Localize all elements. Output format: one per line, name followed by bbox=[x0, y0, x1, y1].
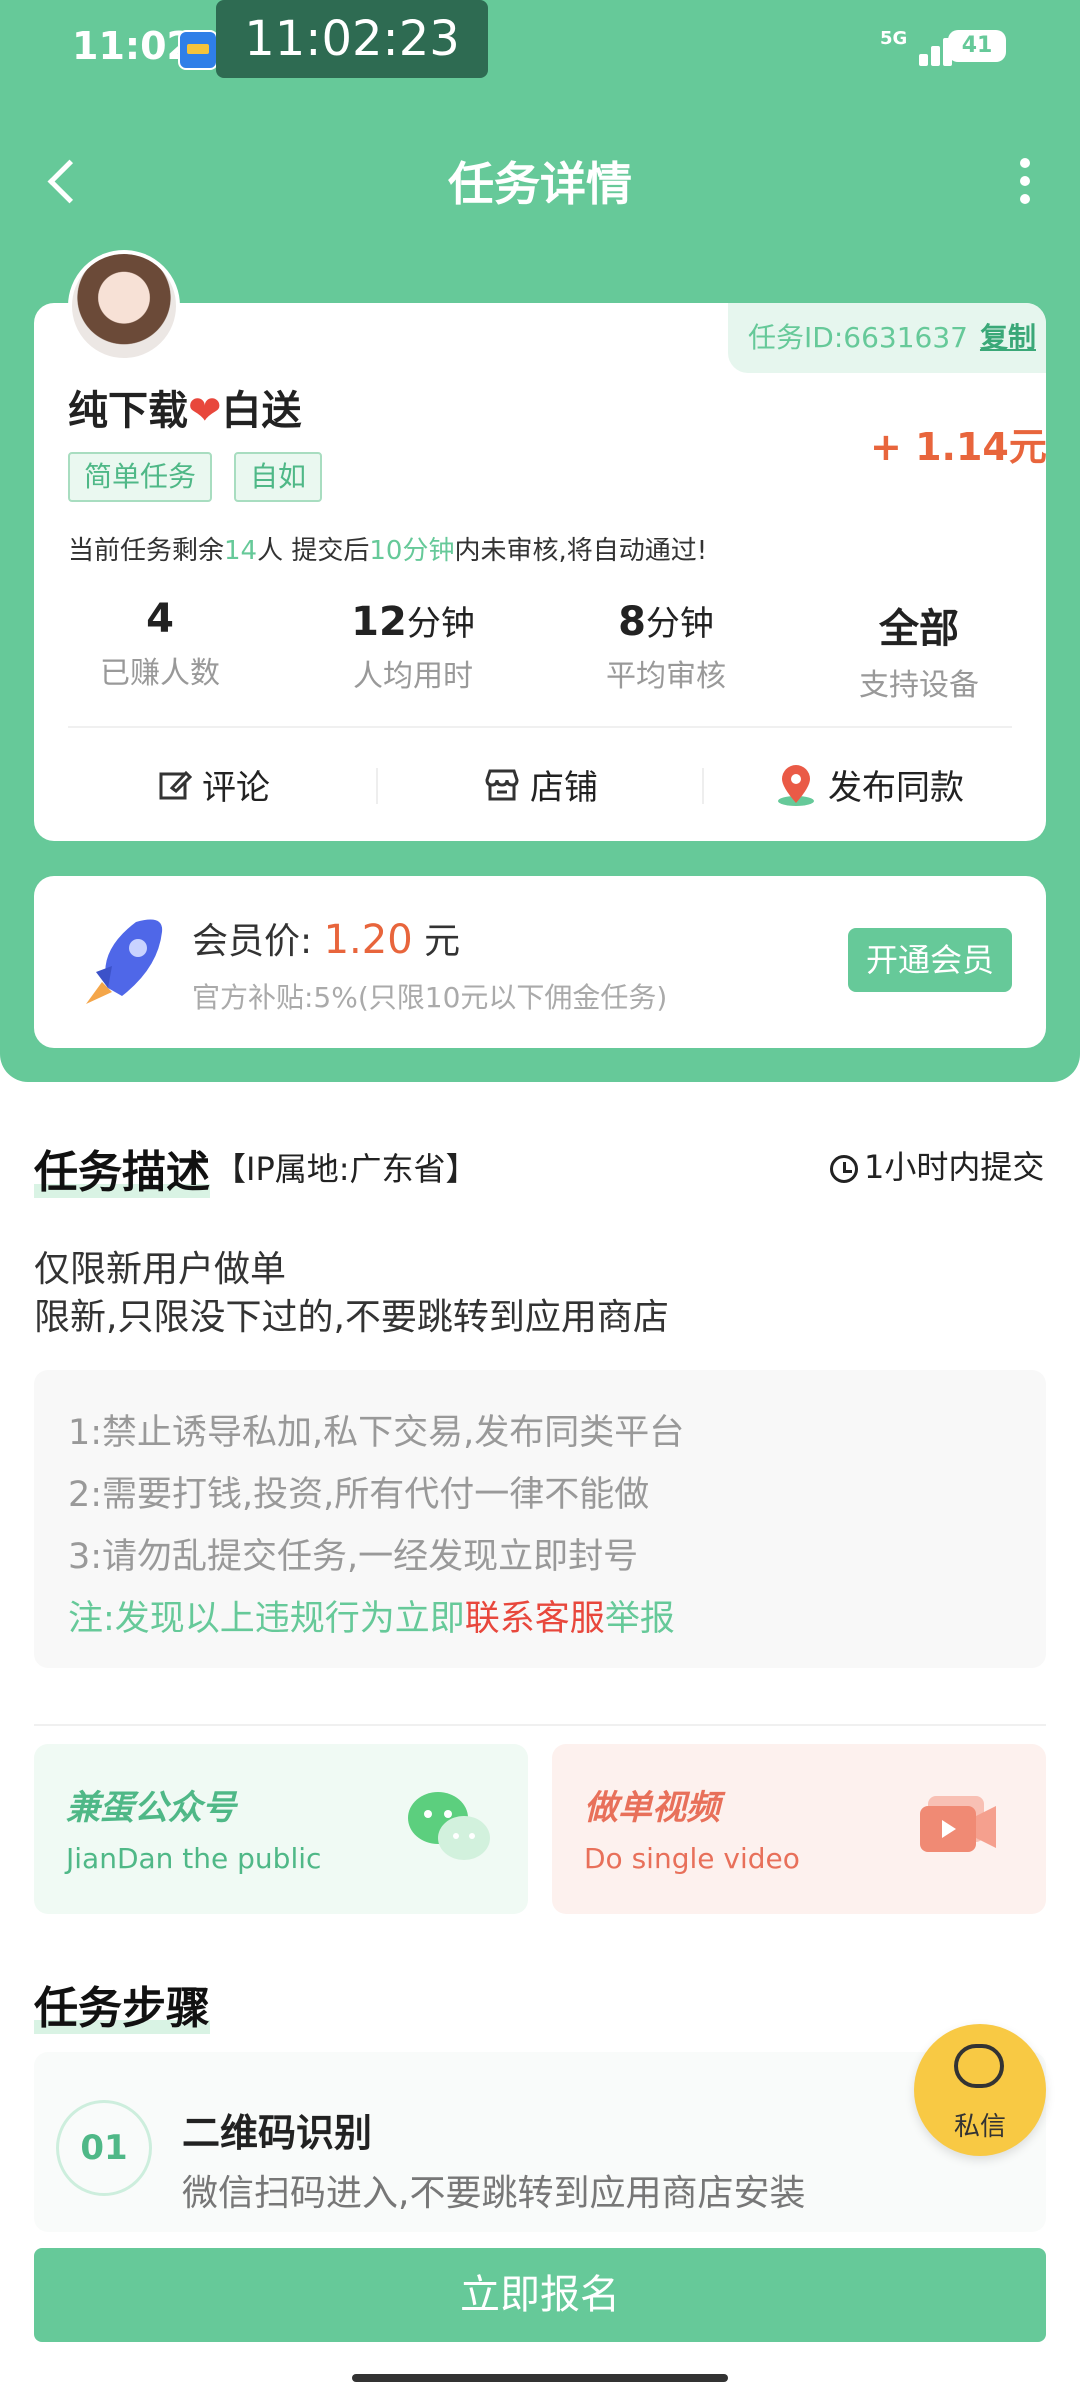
notice-minutes: 10分钟 bbox=[369, 536, 455, 566]
steps-title: 任务步骤 bbox=[34, 1983, 210, 2034]
battery-icon: 41 bbox=[948, 30, 1006, 62]
rule-item: 1:禁止诱导私加,私下交易,发布同类平台 bbox=[68, 1413, 685, 1453]
section-divider bbox=[34, 1724, 1046, 1726]
stat-avg-time: 12分钟 人均用时 bbox=[313, 596, 513, 695]
task-title-part2: 白送 bbox=[221, 388, 302, 434]
promo-subtitle: Do single video bbox=[584, 1842, 800, 1875]
note-prefix: 注:发现以上违规行为立即 bbox=[68, 1599, 465, 1639]
publish-same-label: 发布同款 bbox=[828, 768, 964, 808]
video-tutorial-card[interactable]: 做单视频 Do single video bbox=[552, 1744, 1046, 1914]
step-description: 微信扫码进入,不要跳转到应用商店安装 bbox=[182, 2173, 806, 2214]
stat-value: 8 bbox=[618, 599, 646, 645]
rule-item: 3:请勿乱提交任务,一经发现立即封号 bbox=[68, 1537, 639, 1577]
stat-label: 已赚人数 bbox=[100, 656, 220, 691]
vip-subsidy: 官方补贴:5%(只限10元以下佣金任务) bbox=[192, 981, 668, 1014]
stat-devices: 全部 支持设备 bbox=[819, 596, 1019, 704]
comment-button[interactable]: 评论 bbox=[158, 760, 270, 810]
stat-unit: 分钟 bbox=[645, 604, 714, 644]
wallet-app-icon bbox=[178, 30, 218, 70]
rule-item: 2:需要打钱,投资,所有代付一律不能做 bbox=[68, 1475, 650, 1515]
shop-button[interactable]: 店铺 bbox=[484, 760, 598, 810]
status-time: 11:02 bbox=[72, 24, 193, 68]
section-title-description: 任务描述 bbox=[34, 1136, 210, 1200]
video-icon bbox=[916, 1790, 1006, 1866]
promo-title: 做单视频 bbox=[584, 1788, 720, 1828]
wechat-icon bbox=[404, 1788, 494, 1868]
stat-label: 支持设备 bbox=[859, 668, 979, 703]
signup-button[interactable]: 立即报名 bbox=[34, 2248, 1046, 2342]
vip-label: 会员价: bbox=[192, 921, 313, 962]
chat-icon bbox=[954, 2044, 1004, 2088]
location-pin-icon bbox=[774, 763, 818, 816]
edit-icon bbox=[158, 768, 193, 811]
action-separator bbox=[376, 768, 378, 804]
step-number: 01 bbox=[56, 2100, 152, 2196]
wechat-public-card[interactable]: 兼蛋公众号 JianDan the public bbox=[34, 1744, 528, 1914]
overlay-clock: 11:02:23 bbox=[216, 0, 488, 78]
notice-mid: 人 提交后 bbox=[257, 536, 370, 566]
vip-price-label: 会员价: 1.20 元 bbox=[192, 912, 460, 964]
stat-value: 4 bbox=[146, 596, 174, 642]
status-bar: 11:02 11:02:23 5G 41 bbox=[0, 0, 1080, 80]
navigation-bar: 任务详情 bbox=[0, 120, 1080, 240]
ip-location: 【IP属地:广东省】 bbox=[214, 1150, 478, 1188]
page-title: 任务详情 bbox=[448, 157, 632, 211]
step-title: 二维码识别 bbox=[182, 2111, 373, 2155]
stat-avg-review: 8分钟 平均审核 bbox=[566, 596, 766, 695]
promo-title: 兼蛋公众号 bbox=[66, 1788, 236, 1828]
avatar[interactable] bbox=[68, 250, 180, 362]
card-divider bbox=[68, 726, 1012, 728]
rule-note: 注:发现以上违规行为立即联系客服举报 bbox=[68, 1590, 675, 1641]
vip-unit: 元 bbox=[424, 921, 461, 962]
open-vip-button[interactable]: 开通会员 bbox=[848, 928, 1012, 992]
shop-label: 店铺 bbox=[530, 768, 598, 808]
description-title: 任务描述 bbox=[34, 1147, 210, 1198]
copy-id-button[interactable]: 复制 bbox=[980, 321, 1036, 354]
home-indicator[interactable] bbox=[352, 2374, 728, 2382]
comment-label: 评论 bbox=[202, 768, 270, 808]
vip-price: 1.20 bbox=[323, 917, 413, 963]
notice-prefix: 当前任务剩余 bbox=[68, 536, 225, 566]
note-suffix: 举报 bbox=[604, 1599, 675, 1639]
stat-label: 人均用时 bbox=[353, 659, 473, 694]
task-notice: 当前任务剩余14人 提交后10分钟内未审核,将自动通过! bbox=[68, 530, 707, 567]
promo-subtitle: JianDan the public bbox=[66, 1842, 322, 1875]
stat-value: 12 bbox=[351, 599, 407, 645]
stat-value: 全部 bbox=[879, 606, 959, 652]
rocket-icon bbox=[78, 912, 170, 1010]
tag-ziru: 自如 bbox=[234, 452, 323, 502]
tag-simple-task: 简单任务 bbox=[68, 452, 213, 502]
deadline-label: 1小时内提交 bbox=[864, 1148, 1045, 1186]
clock-icon bbox=[830, 1155, 858, 1183]
contact-support-link[interactable]: 联系客服 bbox=[465, 1599, 605, 1639]
section-title-steps: 任务步骤 bbox=[34, 1972, 210, 2036]
publish-same-button[interactable]: 发布同款 bbox=[774, 760, 964, 810]
description-line-2: 限新,只限没下过的,不要跳转到应用商店 bbox=[34, 1297, 669, 1338]
description-line-1: 仅限新用户做单 bbox=[34, 1249, 287, 1290]
stat-unit: 分钟 bbox=[406, 604, 475, 644]
task-title-part1: 纯下载 bbox=[68, 388, 188, 434]
private-message-button[interactable]: 私信 bbox=[914, 2024, 1046, 2156]
more-options-icon[interactable] bbox=[1010, 154, 1040, 210]
heart-icon: ❤ bbox=[188, 388, 222, 434]
task-reward: + 1.14元 bbox=[870, 425, 1047, 469]
stat-earned-count: 4 已赚人数 bbox=[60, 596, 260, 692]
task-id-label: 任务ID:6631637 bbox=[748, 321, 968, 354]
deadline: 1小时内提交 bbox=[830, 1142, 1044, 1188]
task-id-badge: 任务ID:6631637 复制 bbox=[728, 303, 1046, 373]
private-message-label: 私信 bbox=[953, 2112, 1006, 2142]
task-title: 纯下载❤白送 bbox=[68, 378, 302, 436]
shop-icon bbox=[484, 768, 520, 811]
stat-label: 平均审核 bbox=[606, 659, 726, 694]
notice-remaining: 14 bbox=[224, 536, 258, 566]
action-separator bbox=[702, 768, 704, 804]
network-label: 5G bbox=[880, 28, 908, 49]
notice-suffix: 内未审核,将自动通过! bbox=[454, 536, 708, 566]
